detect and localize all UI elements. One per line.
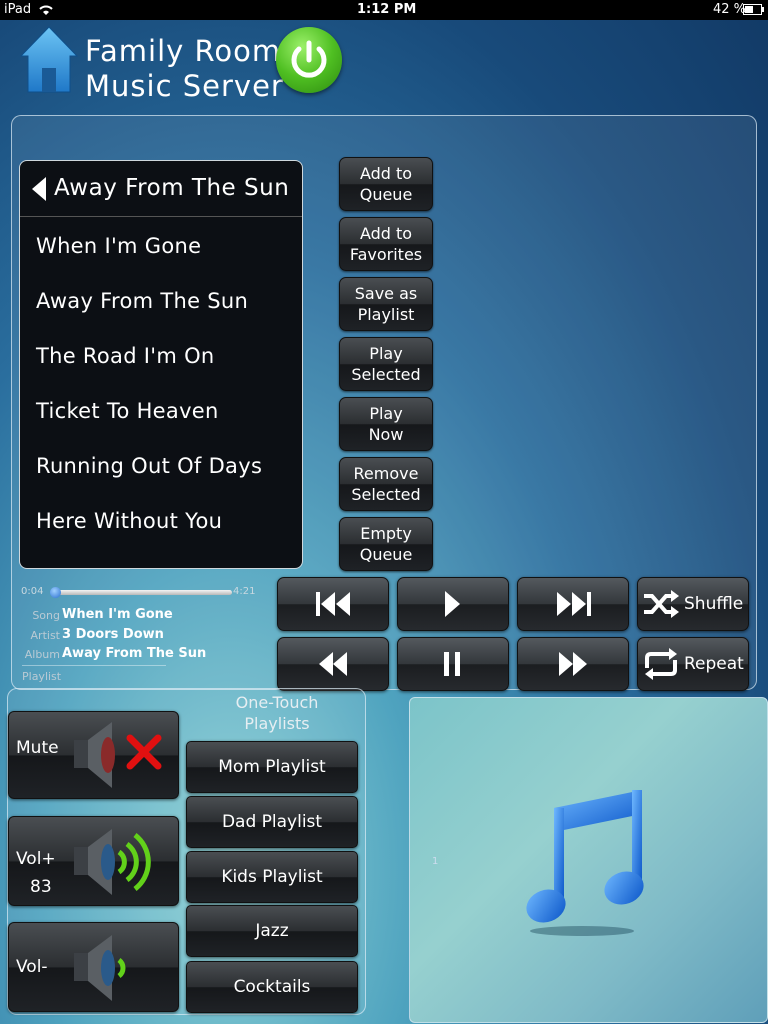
play-button[interactable] xyxy=(397,577,509,631)
play-selected-button[interactable]: Play Selected xyxy=(339,337,433,391)
playlist-button[interactable]: Cocktails xyxy=(186,961,358,1013)
speaker-muted-icon xyxy=(74,722,162,788)
play-icon xyxy=(445,591,460,617)
pause-button[interactable] xyxy=(397,637,509,691)
repeat-label: Repeat xyxy=(684,654,744,674)
remove-selected-button[interactable]: Remove Selected xyxy=(339,457,433,511)
mute-button[interactable]: Mute xyxy=(8,711,179,799)
playlist-button[interactable]: Mom Playlist xyxy=(186,741,358,793)
album-art: 1 xyxy=(409,697,768,1023)
back-arrow-icon xyxy=(32,177,46,201)
list-item[interactable]: Away From The Sun xyxy=(36,289,248,313)
fast-forward-button[interactable] xyxy=(517,637,629,691)
battery-percent: 42 % xyxy=(713,2,747,17)
song-value: When I'm Gone xyxy=(62,607,173,622)
playlist-button[interactable]: Jazz xyxy=(186,905,358,957)
artist-label: Artist xyxy=(30,629,60,642)
volume-down-label: Vol- xyxy=(16,957,48,977)
save-as-playlist-button[interactable]: Save as Playlist xyxy=(339,277,433,331)
app-title: Family Room Music Server xyxy=(85,34,284,104)
elapsed-time: 0:04 xyxy=(21,586,44,597)
list-header-back[interactable]: Away From The Sun xyxy=(20,161,302,217)
art-marker: 1 xyxy=(432,856,439,867)
skip-back-icon xyxy=(316,592,350,616)
progress-slider[interactable] xyxy=(50,587,232,598)
divider xyxy=(22,665,166,666)
list-item[interactable]: Ticket To Heaven xyxy=(36,399,219,423)
device-name: iPad xyxy=(4,2,32,17)
list-header-title: Away From The Sun xyxy=(54,175,290,201)
previous-track-button[interactable] xyxy=(277,577,389,631)
add-to-favorites-button[interactable]: Add to Favorites xyxy=(339,217,433,271)
title-line2: Music Server xyxy=(85,69,284,103)
power-button[interactable] xyxy=(276,27,342,93)
track-list: Away From The Sun When I'm Gone Away Fro… xyxy=(19,160,303,569)
power-icon xyxy=(291,40,327,78)
playlist-label: Playlist xyxy=(22,670,62,683)
pause-icon xyxy=(444,652,460,676)
next-track-button[interactable] xyxy=(517,577,629,631)
battery-icon xyxy=(743,4,764,15)
shuffle-label: Shuffle xyxy=(684,594,744,614)
list-item[interactable]: The Road I'm On xyxy=(36,344,215,368)
home-icon[interactable] xyxy=(20,26,78,94)
speaker-quiet-icon xyxy=(74,935,126,1001)
music-note-icon xyxy=(526,790,644,936)
mute-label: Mute xyxy=(16,738,59,758)
artist-value: 3 Doors Down xyxy=(62,627,164,642)
volume-up-button[interactable]: Vol+ 83 xyxy=(8,816,179,906)
volume-up-label: Vol+ xyxy=(16,849,56,869)
fast-forward-icon xyxy=(559,652,587,676)
volume-down-button[interactable]: Vol- xyxy=(8,922,179,1012)
song-label: Song xyxy=(32,609,60,622)
speaker-loud-icon xyxy=(74,829,151,895)
shuffle-button[interactable]: Shuffle xyxy=(637,577,749,631)
skip-forward-icon xyxy=(557,592,591,616)
progress-knob[interactable] xyxy=(50,587,61,598)
add-to-queue-button[interactable]: Add to Queue xyxy=(339,157,433,211)
playlist-button[interactable]: Dad Playlist xyxy=(186,796,358,848)
play-now-button[interactable]: Play Now xyxy=(339,397,433,451)
title-line1: Family Room xyxy=(85,34,282,68)
album-value: Away From The Sun xyxy=(62,646,207,661)
shuffle-icon xyxy=(644,590,679,618)
status-bar: iPad 1:12 PM 42 % xyxy=(0,0,768,20)
volume-level: 83 xyxy=(30,877,52,897)
album-label: Album xyxy=(24,648,60,661)
clock: 1:12 PM xyxy=(357,2,417,17)
rewind-button[interactable] xyxy=(277,637,389,691)
repeat-button[interactable]: Repeat xyxy=(637,637,749,691)
playlists-title: One-Touch Playlists xyxy=(235,693,319,733)
rewind-icon xyxy=(319,652,347,676)
wifi-icon xyxy=(39,5,53,15)
list-item[interactable]: Here Without You xyxy=(36,509,222,533)
repeat-icon xyxy=(645,648,677,680)
list-item[interactable]: When I'm Gone xyxy=(36,234,201,258)
list-item[interactable]: Running Out Of Days xyxy=(36,454,262,478)
playlist-button[interactable]: Kids Playlist xyxy=(186,851,358,903)
empty-queue-button[interactable]: Empty Queue xyxy=(339,517,433,571)
total-time: 4:21 xyxy=(233,586,256,597)
